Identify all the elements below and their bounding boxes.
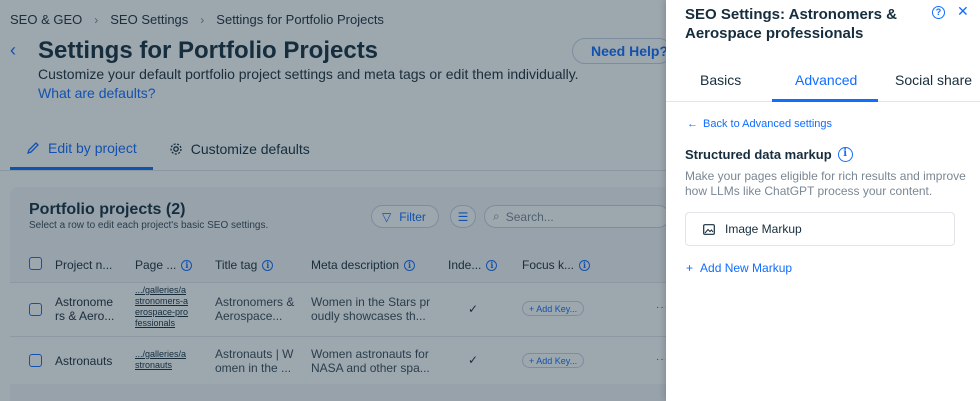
seo-settings-panel: SEO Settings: Astronomers & Aerospace pr…	[666, 0, 980, 401]
tab-advanced[interactable]: Advanced	[795, 72, 857, 88]
arrow-left-icon: ←	[687, 118, 698, 130]
image-icon	[703, 223, 715, 235]
info-icon[interactable]: i	[837, 147, 853, 162]
section-title: Structured data markup i	[685, 147, 853, 162]
back-link-label: Back to Advanced settings	[703, 118, 833, 130]
tab-basics[interactable]: Basics	[700, 72, 741, 88]
image-markup-item[interactable]: Image Markup	[685, 212, 955, 246]
add-markup-label: Add New Markup	[700, 261, 793, 275]
back-to-advanced-link[interactable]: ← Back to Advanced settings	[687, 118, 832, 130]
panel-title: SEO Settings: Astronomers & Aerospace pr…	[685, 6, 897, 42]
markup-item-label: Image Markup	[725, 222, 802, 236]
add-new-markup-button[interactable]: + Add New Markup	[686, 261, 792, 275]
modal-backdrop[interactable]	[0, 0, 666, 401]
help-icon[interactable]: ?	[932, 6, 945, 19]
section-title-label: Structured data markup	[685, 147, 832, 162]
plus-icon: +	[686, 261, 694, 275]
panel-tabs: Basics Advanced Social share	[666, 60, 980, 102]
tab-social-share[interactable]: Social share	[895, 72, 972, 88]
section-description: Make your pages eligible for rich result…	[685, 169, 966, 198]
active-tab-indicator	[772, 99, 878, 102]
close-icon[interactable]: ✕	[957, 3, 969, 20]
